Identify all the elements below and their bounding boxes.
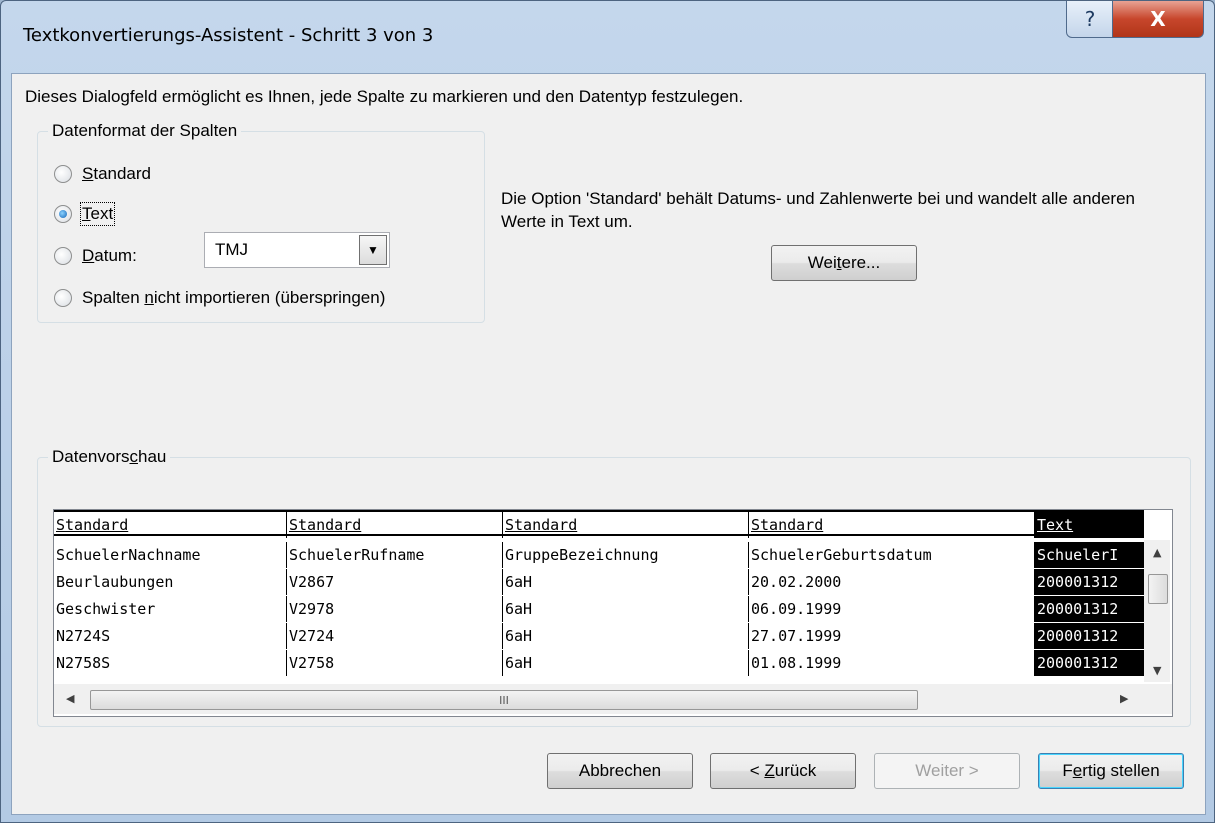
help-icon: ? bbox=[1084, 7, 1096, 31]
data-preview-table[interactable]: Standard Standard Standard Standard Text Schu… bbox=[53, 509, 1173, 717]
table-cell: V2867 bbox=[286, 569, 502, 595]
table-cell: 6aH bbox=[502, 650, 748, 676]
date-format-value: TMJ bbox=[215, 240, 249, 259]
radio-standard-label: Standard bbox=[82, 164, 152, 183]
table-cell: 6aH bbox=[502, 596, 748, 622]
table-cell: V2724 bbox=[286, 623, 502, 649]
radio-skip-column-circle[interactable] bbox=[54, 289, 72, 307]
cancel-button[interactable]: Abbrechen bbox=[547, 753, 693, 789]
info-text: Die Option 'Standard' behält Datums- und… bbox=[501, 189, 1135, 231]
radio-skip-column-label: Spalten nicht importieren (überspringen) bbox=[82, 288, 386, 307]
finish-button[interactable]: Fertig stellen bbox=[1038, 753, 1184, 789]
column-format-group: Datenformat der Spalten Standard Text Da… bbox=[37, 121, 485, 323]
table-cell: 27.07.1999 bbox=[748, 623, 1034, 649]
table-cell: 06.09.1999 bbox=[748, 596, 1034, 622]
table-cell: V2758 bbox=[286, 650, 502, 676]
horizontal-scroll-thumb[interactable]: III bbox=[90, 690, 918, 710]
scroll-left-icon[interactable]: ◀ bbox=[66, 692, 74, 705]
table-row: N2758S V2758 6aH 01.08.1999 200001312 bbox=[54, 650, 1144, 676]
close-button[interactable]: X bbox=[1112, 1, 1204, 38]
table-cell: 6aH bbox=[502, 569, 748, 595]
table-cell: SchuelerI bbox=[1034, 542, 1144, 568]
table-cell: Beurlaubungen bbox=[56, 573, 174, 591]
radio-text-circle[interactable] bbox=[54, 205, 72, 223]
radio-skip-column[interactable]: Spalten nicht importieren (überspringen) bbox=[54, 288, 385, 308]
radio-text-label: Text bbox=[79, 202, 116, 226]
radio-standard-circle[interactable] bbox=[54, 165, 72, 183]
column-type-header[interactable]: Standard bbox=[286, 512, 502, 538]
preview-grid[interactable]: Standard Standard Standard Standard Text Schu… bbox=[54, 510, 1144, 682]
more-button[interactable]: Weitere... bbox=[771, 245, 917, 281]
table-cell: 6aH bbox=[502, 623, 748, 649]
scroll-right-icon[interactable]: ▶ bbox=[1120, 692, 1128, 705]
radio-standard[interactable]: Standard bbox=[54, 164, 151, 184]
scroll-up-icon[interactable]: ▲ bbox=[1153, 546, 1161, 559]
wizard-window: Textkonvertierungs-Assistent - Schritt 3… bbox=[0, 0, 1215, 823]
vertical-scrollbar[interactable]: ▲ ▼ bbox=[1144, 540, 1170, 682]
radio-date[interactable]: Datum: bbox=[54, 246, 137, 266]
table-cell: GruppeBezeichnung bbox=[502, 542, 748, 568]
table-cell: N2724S bbox=[56, 627, 111, 645]
table-row: SchuelerNachname SchuelerRufname GruppeBez… bbox=[54, 542, 1144, 568]
radio-date-circle[interactable] bbox=[54, 247, 72, 265]
column-type-header[interactable]: Standard bbox=[502, 512, 748, 538]
description-text: Dieses Dialogfeld ermöglicht es Ihnen, j… bbox=[25, 87, 744, 106]
column-type-header[interactable]: Standard bbox=[54, 512, 286, 538]
date-format-select[interactable]: TMJ ▼ bbox=[204, 232, 390, 268]
table-cell: 200001312 bbox=[1034, 569, 1144, 595]
table-cell: SchuelerGeburtsdatum bbox=[748, 542, 1034, 568]
title-bar[interactable]: Textkonvertierungs-Assistent - Schritt 3… bbox=[1, 1, 1214, 73]
table-row: Beurlaubungen V2867 6aH 20.02.2000 200001312 bbox=[54, 569, 1144, 595]
data-preview-label: Datenvorschau bbox=[48, 447, 171, 467]
table-cell: V2978 bbox=[286, 596, 502, 622]
scrollbar-corner bbox=[1144, 684, 1172, 714]
column-type-header[interactable]: Standard bbox=[748, 512, 1034, 538]
vertical-scroll-thumb[interactable] bbox=[1148, 574, 1168, 604]
back-button[interactable]: < Zurück bbox=[710, 753, 856, 789]
chevron-down-icon[interactable]: ▼ bbox=[359, 235, 387, 265]
table-cell: Geschwister bbox=[56, 600, 156, 618]
grip-icon: III bbox=[499, 693, 509, 707]
table-cell: 200001312 bbox=[1034, 623, 1144, 649]
table-cell: SchuelerNachname bbox=[56, 546, 201, 564]
table-cell: 01.08.1999 bbox=[748, 650, 1034, 676]
scroll-down-icon[interactable]: ▼ bbox=[1153, 664, 1161, 677]
table-cell: N2758S bbox=[56, 654, 111, 672]
column-format-group-label: Datenformat der Spalten bbox=[48, 121, 242, 141]
help-button[interactable]: ? bbox=[1066, 1, 1114, 38]
table-cell: 200001312 bbox=[1034, 596, 1144, 622]
table-cell: 200001312 bbox=[1034, 650, 1144, 676]
column-type-header[interactable]: Text bbox=[1034, 512, 1144, 538]
radio-date-label: Datum: bbox=[82, 246, 137, 265]
table-row: N2724S V2724 6aH 27.07.1999 200001312 bbox=[54, 623, 1144, 649]
table-row: Geschwister V2978 6aH 06.09.1999 200001312 bbox=[54, 596, 1144, 622]
window-title: Textkonvertierungs-Assistent - Schritt 3… bbox=[23, 25, 434, 46]
preview-header-row: Standard Standard Standard Standard Text bbox=[54, 510, 1144, 538]
table-cell: 20.02.2000 bbox=[748, 569, 1034, 595]
close-icon: X bbox=[1150, 7, 1166, 31]
radio-text[interactable]: Text bbox=[54, 202, 116, 226]
horizontal-scrollbar[interactable]: ◀ III ▶ bbox=[54, 684, 1144, 714]
next-button[interactable]: Weiter > bbox=[874, 753, 1020, 789]
table-cell: SchuelerRufname bbox=[286, 542, 502, 568]
